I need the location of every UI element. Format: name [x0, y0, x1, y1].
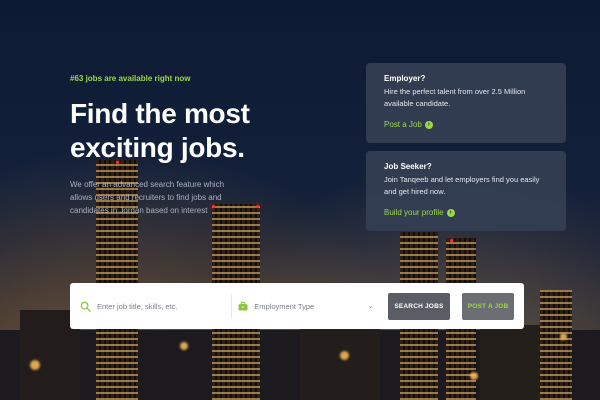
post-job-link[interactable]: Post a Job › — [384, 120, 433, 129]
search-input[interactable] — [97, 301, 222, 311]
build-profile-link-label: Build your profile — [384, 208, 444, 217]
employer-card-title: Employer? — [384, 74, 426, 83]
jobseeker-card: Job Seeker? Join Tanqeeb and let employe… — [366, 151, 566, 231]
employer-card: Employer? Hire the perfect talent from o… — [366, 63, 566, 143]
page-title: Find the most exciting jobs. — [70, 98, 250, 163]
jobseeker-card-title: Job Seeker? — [384, 162, 432, 171]
jobs-available-text: #63 jobs are available right now — [70, 74, 191, 83]
build-profile-link[interactable]: Build your profile › — [384, 208, 455, 217]
post-job-link-label: Post a Job — [384, 120, 422, 129]
arrow-right-circle-icon: › — [424, 120, 433, 129]
search-icon — [80, 301, 91, 312]
post-job-button[interactable]: POST A JOB — [462, 292, 515, 320]
jobseeker-card-body: Join Tanqeeb and let employers find you … — [384, 175, 540, 196]
job-search-bar: Employment Type ⌄ SEARCH JOBS POST A JOB — [70, 283, 524, 329]
hero-intro: #63 jobs are available right now Find th… — [70, 74, 250, 217]
keyword-search-field[interactable] — [80, 283, 229, 329]
hero-description: We offer an advanced search feature whic… — [70, 180, 225, 215]
briefcase-icon — [238, 301, 248, 310]
employer-card-body: Hire the perfect talent from over 2.5 Mi… — [384, 87, 526, 108]
chevron-down-icon: ⌄ — [367, 303, 374, 310]
employment-type-select[interactable]: Employment Type ⌄ — [232, 283, 377, 329]
search-jobs-button[interactable]: SEARCH JOBS — [387, 292, 451, 320]
arrow-right-circle-icon: › — [446, 208, 455, 217]
employment-type-value: Employment Type — [254, 301, 315, 311]
